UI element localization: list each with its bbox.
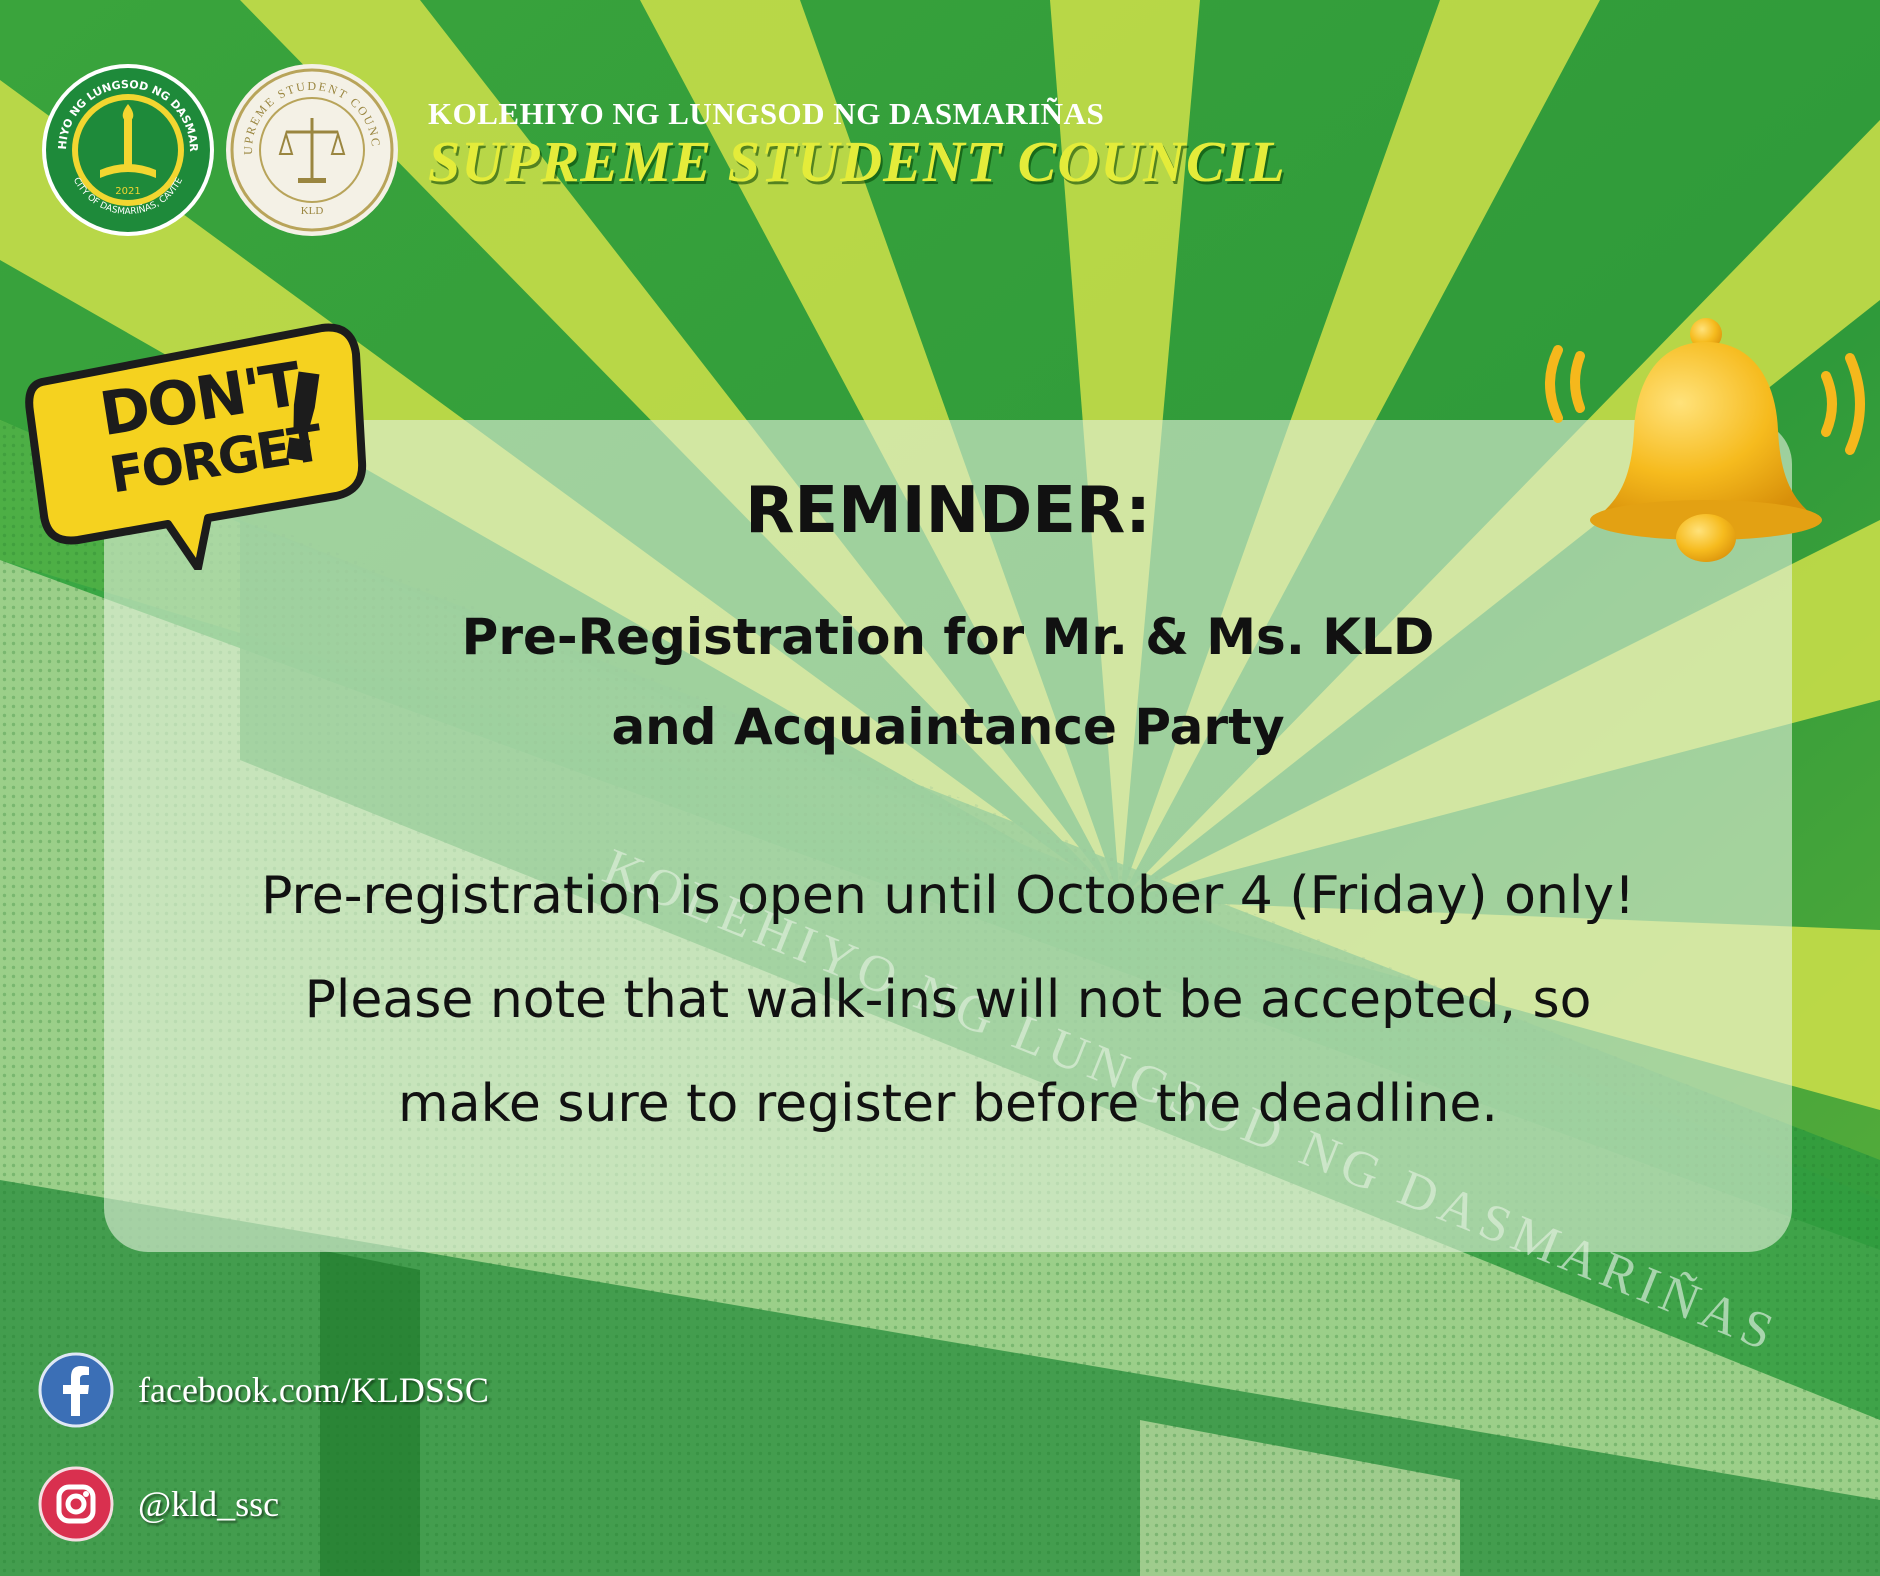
instagram-handle: @kld_ssc (138, 1484, 280, 1524)
facebook-link[interactable]: facebook.com/KLDSSC (38, 1352, 489, 1428)
body-line: Please note that walk-ins will not be ac… (304, 970, 1592, 1030)
kld-seal-year: 2021 (115, 186, 140, 197)
facebook-handle: facebook.com/KLDSSC (138, 1370, 489, 1410)
event-title-line: and Acquaintance Party (611, 698, 1285, 756)
instagram-link[interactable]: @kld_ssc (38, 1466, 279, 1542)
council-name: SUPREME STUDENT COUNCIL (428, 129, 1286, 194)
announcement-poster: KOLEHIYO NG LUNGSOD NG DASMARIÑAS KOLEHI… (0, 0, 1880, 1576)
event-title: Pre-Registration for Mr. & Ms. KLD and A… (104, 592, 1792, 772)
college-name: KOLEHIYO NG LUNGSOD NG DASMARIÑAS (428, 96, 1105, 131)
kld-college-seal: KOLEHIYO NG LUNGSOD NG DASMARIÑAS CITY O… (40, 62, 216, 238)
ssc-seal-bottom-text: KLD (301, 205, 324, 217)
bell-icon (1540, 312, 1880, 594)
header: KOLEHIYO NG LUNGSOD NG DASMARIÑAS CITY O… (0, 0, 1880, 260)
event-title-line: Pre-Registration for Mr. & Ms. KLD (461, 608, 1435, 666)
ssc-seal: SUPREME STUDENT COUNCIL KLD (224, 62, 400, 238)
body-line: make sure to register before the deadlin… (398, 1074, 1498, 1134)
facebook-icon (38, 1352, 114, 1428)
announcement-body: Pre-registration is open until October 4… (104, 844, 1792, 1156)
instagram-icon (38, 1466, 114, 1542)
body-line: Pre-registration is open until October 4… (261, 866, 1635, 926)
